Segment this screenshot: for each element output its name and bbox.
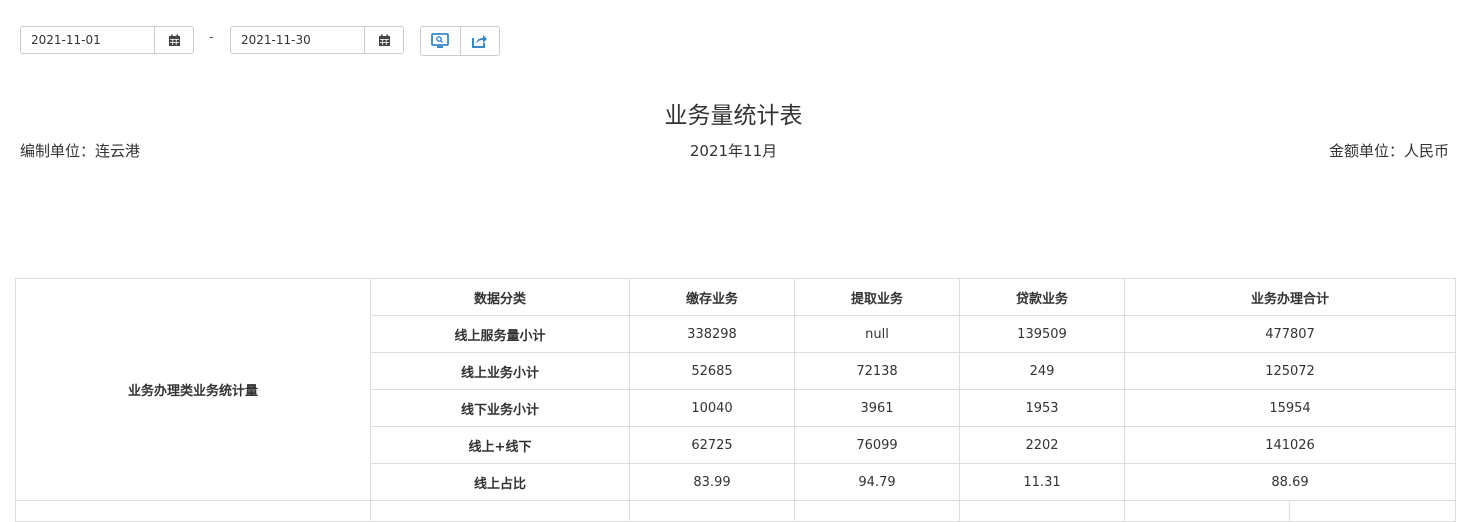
table-cell xyxy=(1124,500,1290,522)
statistics-table-container: 业务办理类业务统计量 数据分类 缴存业务 提取业务 贷款业务 业务办理合计 线上… xyxy=(15,278,1457,522)
table-cell: 15954 xyxy=(1123,389,1457,427)
table-cell: 3961 xyxy=(794,389,960,427)
table-cell: 72138 xyxy=(794,352,960,390)
query-button[interactable] xyxy=(421,27,460,55)
table-cell: 10040 xyxy=(629,389,795,427)
table-cell: 125072 xyxy=(1123,352,1457,390)
start-date-picker[interactable] xyxy=(20,26,194,54)
calendar-icon xyxy=(378,34,390,46)
report-period: 2021年11月 xyxy=(689,142,778,160)
column-header: 贷款业务 xyxy=(959,278,1125,316)
table-row xyxy=(15,500,1457,522)
table-cell xyxy=(15,500,371,522)
statistics-table: 业务办理类业务统计量 数据分类 缴存业务 提取业务 贷款业务 业务办理合计 线上… xyxy=(15,278,1457,522)
table-cell xyxy=(629,500,795,522)
end-calendar-button[interactable] xyxy=(364,27,403,53)
table-cell: null xyxy=(794,315,960,353)
table-cell xyxy=(959,500,1125,522)
row-label: 线上+线下 xyxy=(370,426,630,464)
calendar-icon xyxy=(168,34,180,46)
monitor-icon xyxy=(431,33,450,48)
share-icon xyxy=(472,35,488,48)
table-cell xyxy=(794,500,960,522)
table-cell xyxy=(370,500,630,522)
export-button[interactable] xyxy=(459,27,500,55)
table-cell: 477807 xyxy=(1123,315,1457,353)
table-cell: 94.79 xyxy=(794,463,960,501)
row-label: 线下业务小计 xyxy=(370,389,630,427)
table-cell: 2202 xyxy=(959,426,1125,464)
row-label: 线上服务量小计 xyxy=(370,315,630,353)
column-header: 提取业务 xyxy=(794,278,960,316)
table-cell: 249 xyxy=(959,352,1125,390)
date-range-separator: - xyxy=(209,30,214,45)
start-date-input[interactable] xyxy=(21,27,154,53)
table-cell: 83.99 xyxy=(629,463,795,501)
table-cell: 139509 xyxy=(959,315,1125,353)
report-title: 业务量统计表 xyxy=(664,103,803,129)
table-cell: 52685 xyxy=(629,352,795,390)
row-label: 线上业务小计 xyxy=(370,352,630,390)
end-date-input[interactable] xyxy=(231,27,364,53)
table-header-row: 业务办理类业务统计量 数据分类 缴存业务 提取业务 贷款业务 业务办理合计 xyxy=(15,278,1457,501)
table-cell: 88.69 xyxy=(1123,463,1457,501)
action-button-group xyxy=(420,26,500,56)
column-header: 缴存业务 xyxy=(629,278,795,316)
start-calendar-button[interactable] xyxy=(154,27,193,53)
table-cell: 338298 xyxy=(629,315,795,353)
currency-unit: 金额单位：人民币 xyxy=(1328,142,1449,160)
table-cell: 1953 xyxy=(959,389,1125,427)
table-cell: 141026 xyxy=(1123,426,1457,464)
end-date-picker[interactable] xyxy=(230,26,404,54)
row-label: 线上占比 xyxy=(370,463,630,501)
column-header: 业务办理合计 xyxy=(1123,278,1457,316)
column-header: 数据分类 xyxy=(370,278,630,316)
table-cell: 62725 xyxy=(629,426,795,464)
table-cell xyxy=(1288,500,1457,522)
table-cell: 76099 xyxy=(794,426,960,464)
table-cell: 11.31 xyxy=(959,463,1125,501)
row-group-label: 业务办理类业务统计量 xyxy=(15,278,371,501)
